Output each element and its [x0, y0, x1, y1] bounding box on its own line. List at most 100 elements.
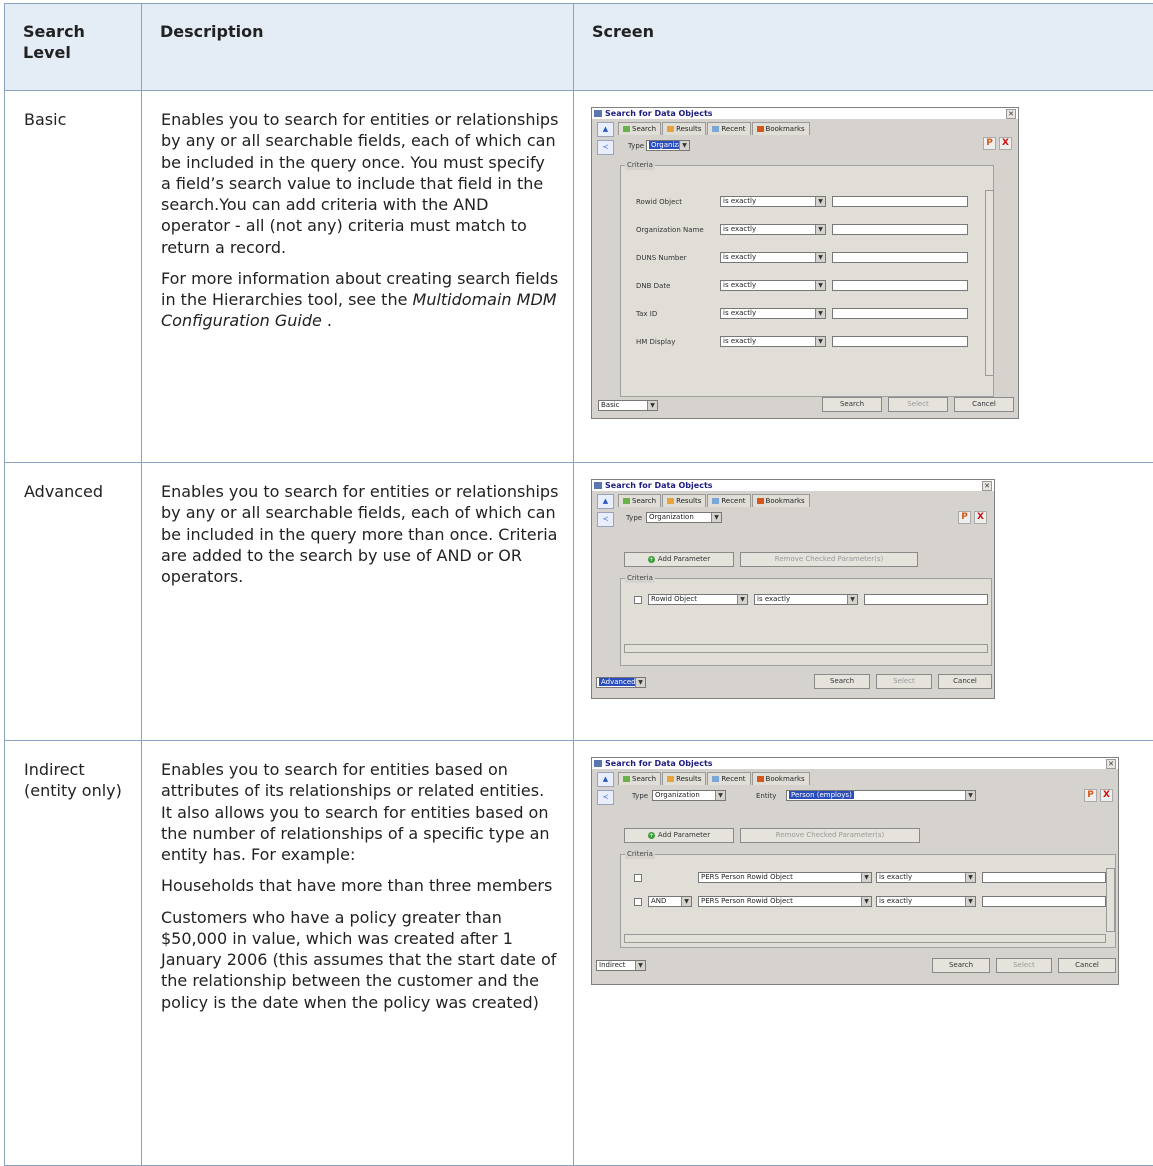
horizontal-scrollbar[interactable]	[624, 644, 988, 653]
tab-bookmarks[interactable]: Bookmarks	[752, 494, 810, 507]
close-icon[interactable]: ✕	[982, 481, 992, 491]
dialog-title-bar: Search for Data Objects✕	[592, 758, 1118, 769]
vertical-scrollbar[interactable]	[985, 190, 994, 376]
select-button[interactable]: Select	[876, 674, 932, 689]
clear-icon[interactable]: X	[1100, 789, 1113, 802]
relationship-icon[interactable]: ≺	[597, 790, 614, 805]
cancel-button[interactable]: Cancel	[1058, 958, 1116, 973]
value-input[interactable]	[864, 594, 988, 605]
description-text: Customers who have a policy greater than…	[161, 907, 559, 1013]
operator-select[interactable]: is exactly▼	[720, 252, 826, 263]
chevron-down-icon: ▼	[815, 337, 825, 346]
horizontal-scrollbar[interactable]	[624, 934, 1106, 943]
operator-select[interactable]: is exactly▼	[720, 224, 826, 235]
chevron-down-icon: ▼	[681, 897, 691, 906]
entity-label: Entity	[756, 792, 776, 801]
tab-bookmarks[interactable]: Bookmarks	[752, 772, 810, 785]
entity-select[interactable]: Person (employs)▼	[786, 790, 976, 801]
value-input[interactable]	[982, 896, 1106, 907]
cancel-button[interactable]: Cancel	[954, 397, 1014, 412]
description-cell: Enables you to search for entities or re…	[142, 463, 574, 741]
tab-search[interactable]: Search	[618, 122, 661, 135]
search-level-select[interactable]: Basic▼	[598, 400, 658, 411]
add-parameter-button[interactable]: +Add Parameter	[624, 828, 734, 843]
entity-icon[interactable]: ▲	[597, 122, 614, 137]
vertical-scrollbar[interactable]	[1106, 868, 1115, 932]
conjunction-select[interactable]: AND▼	[648, 896, 692, 907]
entity-icon[interactable]: ▲	[597, 494, 614, 509]
field-label: DNB Date	[636, 282, 670, 291]
row-checkbox[interactable]	[634, 898, 642, 906]
tab-results[interactable]: Results	[662, 122, 706, 135]
tab-results[interactable]: Results	[662, 772, 706, 785]
window-icon	[594, 760, 602, 767]
value-input[interactable]	[832, 336, 968, 347]
operator-select[interactable]: is exactly▼	[720, 196, 826, 207]
remove-parameter-button[interactable]: Remove Checked Parameter(s)	[740, 828, 920, 843]
row-checkbox[interactable]	[634, 874, 642, 882]
search-level-select[interactable]: Advanced▼	[596, 677, 646, 688]
dialog-title-bar: Search for Data Objects✕	[592, 108, 1018, 119]
chevron-down-icon: ▼	[715, 791, 725, 800]
operator-select[interactable]: is exactly▼	[720, 280, 826, 291]
add-parameter-button[interactable]: +Add Parameter	[624, 552, 734, 567]
search-button[interactable]: Search	[814, 674, 870, 689]
tab-recent[interactable]: Recent	[707, 772, 750, 785]
relationship-icon[interactable]: ≺	[597, 512, 614, 527]
chevron-down-icon: ▼	[815, 225, 825, 234]
operator-select[interactable]: is exactly▼	[720, 308, 826, 319]
value-input[interactable]	[832, 308, 968, 319]
field-label: Tax ID	[636, 310, 657, 319]
operator-select[interactable]: is exactly▼	[876, 872, 976, 883]
relationship-icon[interactable]: ≺	[597, 140, 614, 155]
entity-icon[interactable]: ▲	[597, 772, 614, 787]
operator-select[interactable]: is exactly▼	[876, 896, 976, 907]
chevron-down-icon: ▼	[679, 141, 689, 150]
operator-select[interactable]: is exactly▼	[754, 594, 858, 605]
tab-search[interactable]: Search	[618, 494, 661, 507]
field-select[interactable]: PERS Person Rowid Object▼	[698, 896, 872, 907]
window-icon	[594, 482, 602, 489]
clear-icon[interactable]: X	[974, 511, 987, 524]
remove-parameter-button[interactable]: Remove Checked Parameter(s)	[740, 552, 918, 567]
value-input[interactable]	[832, 280, 968, 291]
search-button[interactable]: Search	[932, 958, 990, 973]
tab-recent[interactable]: Recent	[707, 122, 750, 135]
value-input[interactable]	[832, 224, 968, 235]
tab-results[interactable]: Results	[662, 494, 706, 507]
header-search-level: Search Level	[5, 4, 142, 91]
search-button[interactable]: Search	[822, 397, 882, 412]
description-text: Enables you to search for entities or re…	[161, 481, 559, 587]
tab-search[interactable]: Search	[618, 772, 661, 785]
field-label: Rowid Object	[636, 198, 682, 207]
tab-bookmarks[interactable]: Bookmarks	[752, 122, 810, 135]
indirect-search-dialog-screenshot: Search for Data Objects✕ ▲ ≺ Search Resu…	[591, 757, 1119, 985]
value-input[interactable]	[832, 252, 968, 263]
description-text: Enables you to search for entities or re…	[161, 109, 559, 258]
chevron-down-icon: ▼	[965, 873, 975, 882]
operator-select[interactable]: is exactly▼	[720, 336, 826, 347]
cancel-button[interactable]: Cancel	[938, 674, 992, 689]
value-input[interactable]	[832, 196, 968, 207]
chevron-down-icon: ▼	[815, 197, 825, 206]
description-cell: Enables you to search for entities based…	[142, 741, 574, 1166]
type-select[interactable]: Organization▼	[646, 512, 722, 523]
tab-bar: Search Results Recent Bookmarks	[618, 494, 811, 507]
field-select[interactable]: Rowid Object▼	[648, 594, 748, 605]
bookmark-flag-icon[interactable]: P	[1084, 789, 1097, 802]
select-button[interactable]: Select	[888, 397, 948, 412]
close-icon[interactable]: ✕	[1106, 759, 1116, 769]
clear-icon[interactable]: X	[999, 137, 1012, 150]
close-icon[interactable]: ✕	[1006, 109, 1016, 119]
tab-recent[interactable]: Recent	[707, 494, 750, 507]
bookmark-flag-icon[interactable]: P	[983, 137, 996, 150]
field-select[interactable]: PERS Person Rowid Object▼	[698, 872, 872, 883]
type-select[interactable]: Organization▼	[652, 790, 726, 801]
level-cell: Indirect (entity only)	[5, 741, 142, 1166]
select-button[interactable]: Select	[996, 958, 1052, 973]
search-level-select[interactable]: Indirect▼	[596, 960, 646, 971]
row-checkbox[interactable]	[634, 596, 642, 604]
value-input[interactable]	[982, 872, 1106, 883]
bookmark-flag-icon[interactable]: P	[958, 511, 971, 524]
type-select[interactable]: Organization▼	[646, 140, 690, 151]
